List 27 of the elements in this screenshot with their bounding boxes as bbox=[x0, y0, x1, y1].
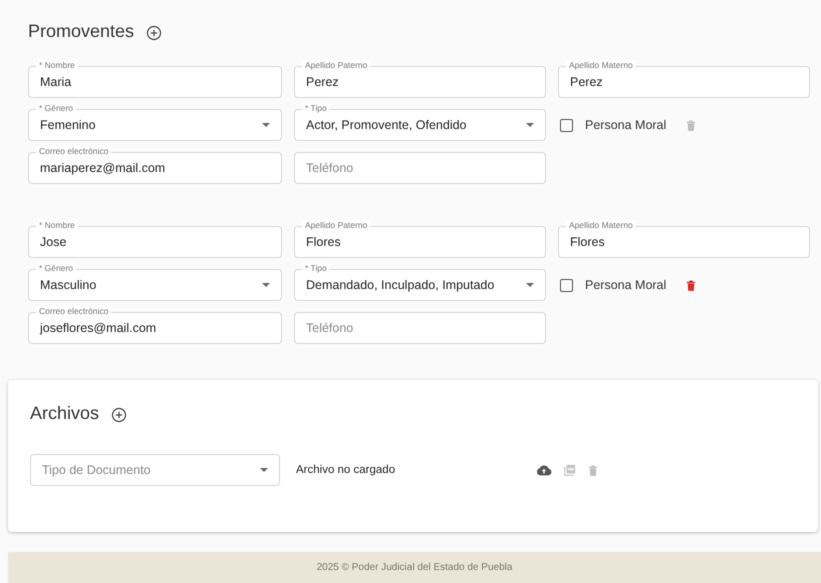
delete-icon[interactable] bbox=[686, 278, 696, 292]
gender-dropdown[interactable]: * Género Masculino bbox=[28, 263, 282, 301]
checkbox[interactable] bbox=[560, 118, 573, 132]
checkbox-label: Persona Moral bbox=[585, 118, 666, 132]
email-field[interactable]: Correo electrónico joseflores@mail.com bbox=[28, 306, 282, 344]
gender-dropdown[interactable]: * Género Femenino bbox=[28, 103, 282, 141]
copyright-text: 2025 © Poder Judicial del Estado de Puebla bbox=[316, 562, 512, 573]
checkbox[interactable] bbox=[560, 278, 573, 292]
surname-field[interactable]: Apellido Materno Perez bbox=[558, 60, 810, 98]
add-icon[interactable] bbox=[111, 407, 128, 423]
section-title: Promoventes bbox=[28, 20, 134, 42]
surname-field[interactable]: Apellido Materno Flores bbox=[558, 220, 810, 258]
phone-field[interactable]: Teléfono bbox=[294, 146, 546, 184]
surname-field[interactable]: Apellido Paterno Perez bbox=[294, 60, 546, 98]
type-dropdown[interactable]: * Tipo Actor, Promovente, Ofendido bbox=[294, 103, 546, 141]
phone-field[interactable]: Teléfono bbox=[294, 306, 546, 344]
section-title: Archivos bbox=[30, 402, 100, 424]
name-field[interactable]: * Nombre Jose bbox=[28, 220, 282, 258]
email-field[interactable]: Correo electrónico mariaperez@mail.com bbox=[28, 146, 282, 184]
checkbox-label: Persona Moral bbox=[585, 278, 666, 292]
type-dropdown[interactable]: * Tipo Demandado, Inculpado, Imputado bbox=[294, 263, 546, 301]
file-status: Archivo no cargado bbox=[296, 463, 396, 476]
name-field[interactable]: * Nombre Maria bbox=[28, 60, 282, 98]
add-icon[interactable] bbox=[146, 25, 162, 41]
document-type-dropdown[interactable]: Tipo de Documento bbox=[30, 448, 280, 486]
upload-cloud-icon[interactable] bbox=[536, 464, 552, 476]
surname-field[interactable]: Apellido Paterno Flores bbox=[294, 220, 546, 258]
